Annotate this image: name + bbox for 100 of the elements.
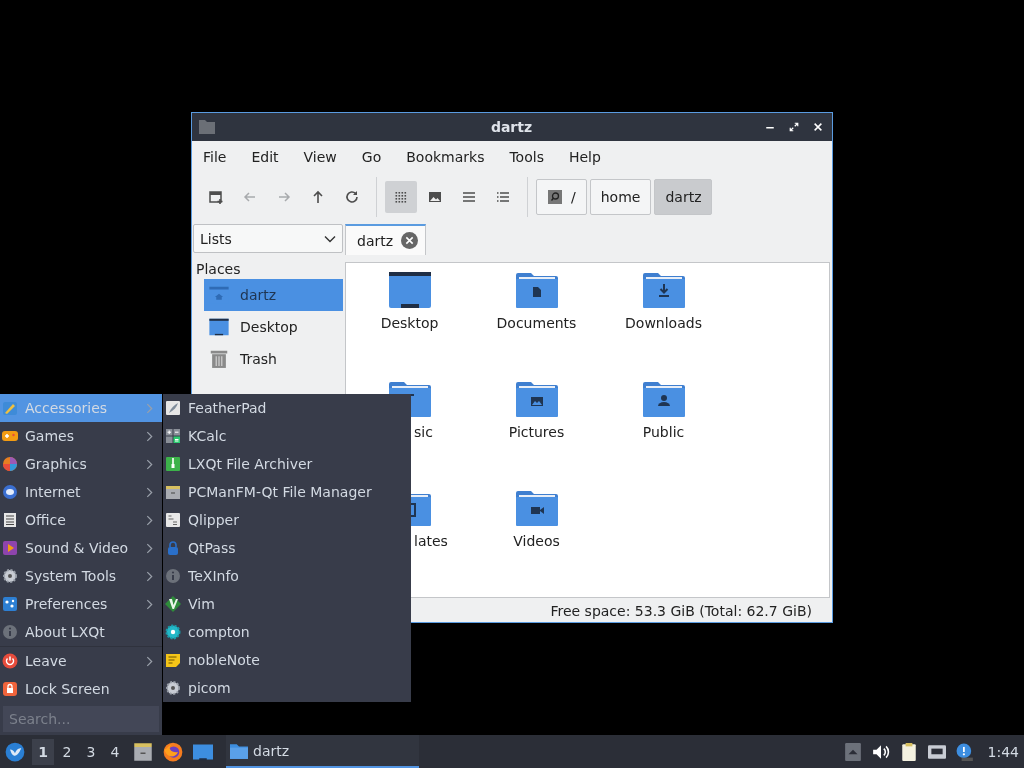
menu-item[interactable]: Help bbox=[557, 149, 610, 165]
maximize-button[interactable] bbox=[788, 121, 800, 133]
menu-item[interactable]: KCalc bbox=[163, 422, 411, 450]
menu-item[interactable]: TeXInfo bbox=[163, 562, 411, 590]
close-tab-icon[interactable] bbox=[401, 232, 419, 249]
menu-item[interactable]: View bbox=[292, 149, 346, 165]
feather-icon bbox=[165, 400, 181, 416]
network-icon[interactable] bbox=[927, 742, 946, 761]
gamepad-icon bbox=[2, 428, 18, 444]
menu-item[interactable]: nobleNote bbox=[163, 646, 411, 674]
chevron-down-icon bbox=[324, 234, 336, 243]
pen-icon bbox=[2, 400, 18, 416]
color-wheel-icon bbox=[2, 456, 18, 472]
file-name[interactable]: Downloads bbox=[625, 315, 702, 331]
logo-icon bbox=[5, 741, 25, 762]
desktop-switcher-button[interactable]: 2 bbox=[56, 738, 78, 765]
desktop-switcher-button[interactable]: 4 bbox=[104, 738, 126, 765]
clock[interactable]: 1:44 bbox=[987, 743, 1019, 760]
menu-category[interactable]: Lock Screen bbox=[0, 675, 162, 703]
archive-icon bbox=[165, 456, 181, 472]
menu-category[interactable]: About LXQt bbox=[0, 618, 162, 646]
calculator-icon bbox=[165, 428, 181, 444]
list-icon bbox=[461, 189, 477, 205]
folder-icon bbox=[230, 741, 248, 760]
video-folder-icon bbox=[513, 489, 560, 527]
gear-icon bbox=[165, 624, 181, 640]
menu-category[interactable]: Internet bbox=[0, 478, 162, 506]
image-icon bbox=[427, 189, 443, 205]
menu-category[interactable]: Sound & Video bbox=[0, 534, 162, 562]
new-tab-icon bbox=[208, 189, 224, 205]
power-icon bbox=[2, 653, 18, 669]
diamond-icon bbox=[165, 596, 181, 612]
menu-item[interactable]: Qlipper bbox=[163, 506, 411, 534]
document-folder-icon bbox=[513, 271, 560, 309]
menu-item[interactable]: QtPass bbox=[163, 534, 411, 562]
menu-category[interactable]: Leave bbox=[0, 647, 162, 675]
sliders-icon bbox=[2, 596, 18, 612]
file-name[interactable]: Desktop bbox=[380, 315, 439, 331]
file-name[interactable]: Pictures bbox=[508, 424, 565, 440]
tab[interactable]: dartz bbox=[345, 224, 427, 255]
menu-category[interactable]: Graphics bbox=[0, 450, 162, 478]
clipboard-icon[interactable] bbox=[899, 742, 918, 761]
place-item[interactable]: dartz bbox=[204, 279, 343, 311]
menu-item[interactable]: PCManFM-Qt File Manager bbox=[163, 478, 411, 506]
task-button[interactable]: dartz bbox=[226, 735, 419, 768]
menu-category[interactable]: Office bbox=[0, 506, 162, 534]
notification-icon[interactable] bbox=[955, 742, 974, 761]
side-pane-dropdown[interactable]: Lists bbox=[193, 224, 343, 253]
gear-icon bbox=[2, 568, 18, 584]
reload-icon bbox=[344, 189, 360, 205]
path-button[interactable]: dartz bbox=[654, 179, 713, 215]
desktop-switcher-button[interactable]: 1 bbox=[32, 738, 54, 765]
file-name[interactable]: sic bbox=[414, 424, 433, 440]
gear-icon bbox=[165, 680, 181, 696]
file-name[interactable]: Documents bbox=[496, 315, 577, 331]
note-icon bbox=[165, 652, 181, 668]
desktop-switcher-button[interactable]: 3 bbox=[80, 738, 102, 765]
section-heading: Places bbox=[195, 260, 242, 279]
menu-item[interactable]: FeatherPad bbox=[163, 394, 411, 422]
globe-icon bbox=[2, 484, 18, 500]
padlock-icon bbox=[165, 540, 181, 556]
status-text: Free space: 53.3 GiB (Total: 62.7 GiB) bbox=[550, 602, 812, 619]
globe-icon[interactable] bbox=[163, 741, 183, 762]
file-name[interactable]: Public bbox=[642, 424, 685, 440]
close-button[interactable] bbox=[812, 121, 824, 133]
menu-item[interactable]: Go bbox=[350, 149, 391, 165]
trash-icon bbox=[208, 348, 230, 370]
menu-item[interactable]: compton bbox=[163, 618, 411, 646]
download-folder-icon bbox=[640, 271, 687, 309]
monitor-icon bbox=[386, 271, 433, 309]
menu-item[interactable]: LXQt File Archiver bbox=[163, 450, 411, 478]
file-name[interactable]: lates bbox=[414, 533, 448, 549]
menu-item[interactable]: Bookmarks bbox=[395, 149, 494, 165]
drive-icon bbox=[547, 189, 563, 205]
clipboard-icon bbox=[165, 512, 181, 528]
detailed-list-icon bbox=[495, 189, 511, 205]
person-folder-icon bbox=[640, 380, 687, 418]
path-button[interactable]: home bbox=[589, 179, 652, 215]
menu-item[interactable]: picom bbox=[163, 674, 411, 702]
path-button[interactable]: / bbox=[536, 179, 587, 215]
monitor-icon bbox=[208, 316, 230, 338]
grid-icon bbox=[393, 189, 409, 205]
file-cabinet-icon bbox=[165, 484, 181, 500]
place-item[interactable]: Desktop bbox=[204, 311, 343, 343]
menu-item[interactable]: Vim bbox=[163, 590, 411, 618]
place-item[interactable]: Trash bbox=[204, 343, 343, 375]
menu-category[interactable]: Preferences bbox=[0, 590, 162, 618]
search-field[interactable]: Search... bbox=[3, 706, 159, 732]
file-name[interactable]: Videos bbox=[513, 533, 560, 549]
media-icon bbox=[2, 540, 18, 556]
menu-category[interactable]: System Tools bbox=[0, 562, 162, 590]
menu-item[interactable]: Edit bbox=[240, 149, 288, 165]
menu-category[interactable]: Games bbox=[0, 422, 162, 450]
folder-icon bbox=[199, 119, 215, 135]
menu-item[interactable]: File bbox=[192, 149, 236, 165]
lock-icon bbox=[2, 681, 18, 697]
window-title: dartz bbox=[490, 119, 533, 135]
file-cabinet-icon[interactable] bbox=[133, 741, 153, 762]
menu-item[interactable]: Tools bbox=[498, 149, 553, 165]
picture-folder-icon bbox=[513, 380, 560, 418]
